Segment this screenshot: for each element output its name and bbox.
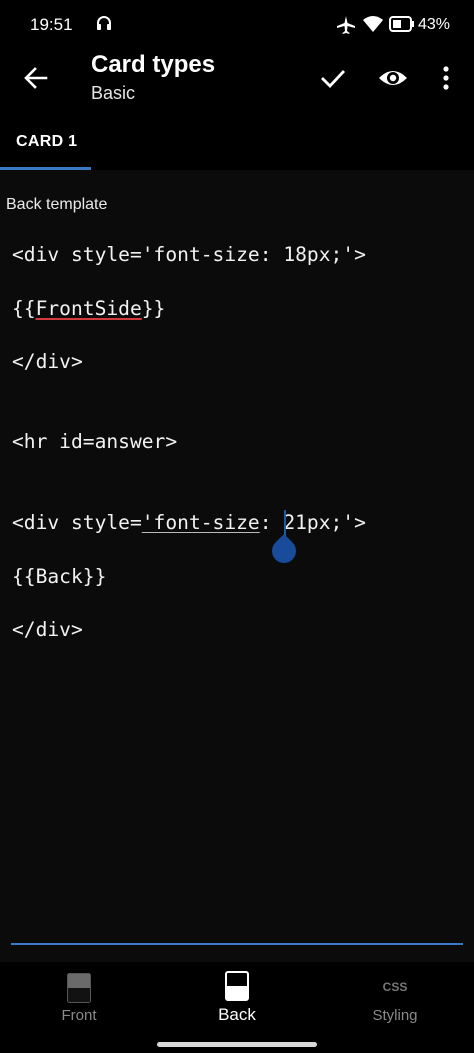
battery-icon: [389, 16, 415, 37]
status-time: 19:51: [30, 15, 73, 34]
nav-back[interactable]: Back: [158, 962, 316, 1053]
code-line: {{FrontSide}}: [12, 297, 165, 320]
eye-icon[interactable]: [377, 62, 409, 94]
editor-underline: [11, 943, 463, 945]
back-card-icon: [225, 971, 249, 1006]
nav-back-label: Back: [218, 1005, 256, 1024]
tab-label: CARD 1: [16, 133, 78, 150]
nav-styling[interactable]: CSS Styling: [316, 962, 474, 1053]
nav-front-label: Front: [61, 1007, 97, 1024]
css-icon: CSS: [382, 980, 408, 994]
wifi-icon: [362, 14, 384, 39]
cursor-handle[interactable]: [267, 534, 301, 568]
editor-label: Back template: [6, 196, 108, 213]
page-subtitle: Basic: [91, 83, 136, 103]
headphones-icon: [96, 15, 112, 36]
code-text: }}: [141, 297, 166, 320]
more-vert-icon[interactable]: [434, 62, 458, 94]
nav-styling-label: Styling: [372, 1007, 418, 1024]
tab-indicator: [0, 167, 91, 170]
code-line: <hr id=answer>: [12, 430, 178, 453]
code-line: {{Back}}: [12, 565, 107, 588]
composing-span: 'font-size: [141, 511, 260, 534]
nav-front[interactable]: Front: [0, 962, 158, 1053]
home-indicator[interactable]: [157, 1042, 317, 1047]
front-card-icon: [67, 973, 91, 1008]
code-line: </div>: [12, 350, 83, 373]
code-line: <div style='font-size: 18px;'>: [12, 243, 366, 266]
code-text: {{: [12, 297, 36, 320]
code-line: <div style='font-size: 21px;'>: [12, 511, 366, 534]
bottom-navigation: Front Back CSS Styling: [0, 962, 474, 1053]
back-arrow-icon[interactable]: [20, 62, 52, 94]
code-text: <div style=: [12, 511, 142, 534]
page-title: Card types: [91, 51, 216, 78]
battery-percentage: 43%: [418, 16, 451, 33]
code-line: </div>: [12, 618, 83, 641]
tab-card-1[interactable]: CARD 1: [0, 120, 91, 170]
status-bar: 19:51 43%: [0, 0, 474, 48]
app-bar: Card types Basic CARD 1: [0, 48, 474, 170]
spell-error-word: FrontSide: [35, 297, 142, 320]
code-text: : 21px;'>: [259, 511, 366, 534]
airplane-icon: [336, 15, 356, 40]
check-icon[interactable]: [317, 62, 349, 94]
